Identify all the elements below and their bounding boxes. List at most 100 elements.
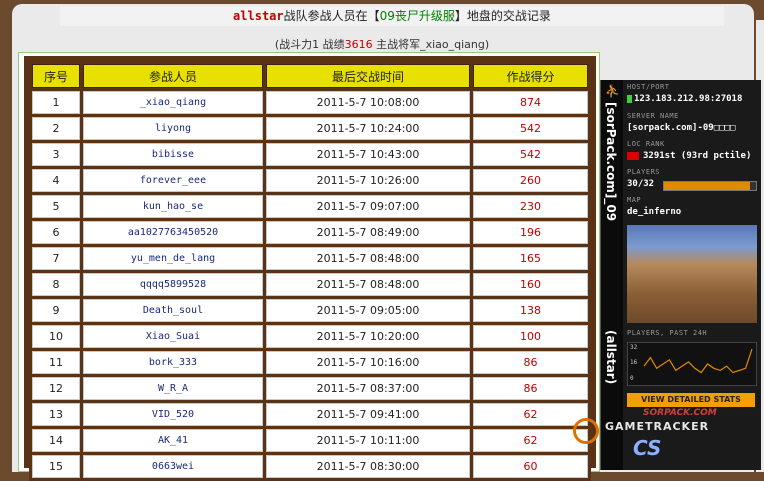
host-value: 123.183.212.98:27018 [627,94,742,104]
player-name[interactable]: kun_hao_se [83,195,263,218]
banner-team-vertical: (allstar) [604,330,618,385]
summary-prefix: (战斗力1 战绩 [274,38,345,51]
player-name[interactable]: bibisse [83,143,263,166]
battle-score: 86 [473,377,588,400]
table-header-row: 序号 参战人员 最后交战时间 作战得分 [32,64,588,88]
players-value: 30/32 [627,179,655,189]
view-stats-button[interactable]: VIEW DETAILED STATS [627,393,755,407]
server-name[interactable]: 09丧尸升级服 [380,9,455,23]
gametracker-text: GAMETRACKER [605,420,710,433]
rank-value: 3291st (93rd pctile) [627,151,751,161]
table-row: 3 bibisse 2011-5-7 10:43:00 542 [32,143,588,166]
host-value-text: 123.183.212.98:27018 [634,94,743,104]
runner-icon: ⛹ [605,84,620,98]
map-image [627,225,757,323]
gametracker-banner[interactable]: ⛹ [sorPack.com]_09 (allstar) HOST/PORT 1… [573,80,761,470]
team-score: 3616 [344,38,373,51]
player-name[interactable]: VID_520 [83,403,263,426]
last-battle-time: 2011-5-7 08:48:00 [266,247,470,270]
row-index: 1 [32,91,80,114]
table-row: 7 yu_men_de_lang 2011-5-7 08:48:00 165 [32,247,588,270]
player-name[interactable]: yu_men_de_lang [83,247,263,270]
team-name[interactable]: allstar [233,9,284,23]
player-name[interactable]: 0663wei [83,455,263,478]
table-row: 10 Xiao_Suai 2011-5-7 10:20:00 100 [32,325,588,348]
banner-server-vertical: [sorPack.com]_09 [604,102,618,222]
row-index: 2 [32,117,80,140]
players-label: PLAYERS [627,168,661,176]
chart-label: PLAYERS, PAST 24H [627,329,708,337]
player-name[interactable]: bork_333 [83,351,263,374]
battle-score: 230 [473,195,588,218]
player-name[interactable]: AK_41 [83,429,263,452]
last-battle-time: 2011-5-7 10:16:00 [266,351,470,374]
records-table: 序号 参战人员 最后交战时间 作战得分 1 _xiao_qiang 2011-5-7… [29,61,591,481]
table-row: 4 forever_eee 2011-5-7 10:26:00 260 [32,169,588,192]
table-row: 12 W_R_A 2011-5-7 08:37:00 86 [32,377,588,400]
last-battle-time: 2011-5-7 09:07:00 [266,195,470,218]
table-row: 1 _xiao_qiang 2011-5-7 10:08:00 874 [32,91,588,114]
last-battle-time: 2011-5-7 08:37:00 [266,377,470,400]
row-index: 15 [32,455,80,478]
table-row: 15 0663wei 2011-5-7 08:30:00 60 [32,455,588,478]
table-row: 5 kun_hao_se 2011-5-7 09:07:00 230 [32,195,588,218]
last-battle-time: 2011-5-7 10:08:00 [266,91,470,114]
title-text-a: 战队参战人员在【 [283,9,380,23]
players-bar-fill [664,182,751,190]
col-player: 参战人员 [83,64,263,88]
battle-score: 100 [473,325,588,348]
map-label: MAP [627,196,642,204]
row-index: 4 [32,169,80,192]
players-chart-line [643,348,753,374]
last-battle-time: 2011-5-7 10:26:00 [266,169,470,192]
battle-score: 62 [473,403,588,426]
last-battle-time: 2011-5-7 09:05:00 [266,299,470,322]
page-title: allstar战队参战人员在【09丧尸升级服】地盘的交战记录 [60,6,724,26]
row-index: 6 [32,221,80,244]
table-row: 14 AK_41 2011-5-7 10:11:00 62 [32,429,588,452]
team-summary: (战斗力1 战绩3616 主战将军_xiao_qiang) [0,36,764,52]
row-index: 3 [32,143,80,166]
player-name[interactable]: Xiao_Suai [83,325,263,348]
row-index: 5 [32,195,80,218]
player-name[interactable]: _xiao_qiang [83,91,263,114]
server-label: SERVER NAME [627,112,679,120]
last-battle-time: 2011-5-7 08:49:00 [266,221,470,244]
col-index: 序号 [32,64,80,88]
player-name[interactable]: qqqq5899528 [83,273,263,296]
row-index: 11 [32,351,80,374]
battle-score: 196 [473,221,588,244]
player-name[interactable]: forever_eee [83,169,263,192]
row-index: 8 [32,273,80,296]
row-index: 13 [32,403,80,426]
battle-score: 62 [473,429,588,452]
players-bar [663,181,757,191]
row-index: 14 [32,429,80,452]
player-name[interactable]: aa1027763450520 [83,221,263,244]
table-row: 9 Death_soul 2011-5-7 09:05:00 138 [32,299,588,322]
battle-score: 138 [473,299,588,322]
cs-logo-text: CS [633,436,662,460]
row-index: 10 [32,325,80,348]
last-battle-time: 2011-5-7 10:20:00 [266,325,470,348]
loc-rank-label: LOC RANK [627,140,665,148]
gametracker-circle-icon [573,418,599,444]
row-index: 12 [32,377,80,400]
battle-score: 260 [473,169,588,192]
battle-score: 60 [473,455,588,478]
table-row: 6 aa1027763450520 2011-5-7 08:49:00 196 [32,221,588,244]
col-score: 作战得分 [473,64,588,88]
table-row: 13 VID_520 2011-5-7 09:41:00 62 [32,403,588,426]
player-name[interactable]: W_R_A [83,377,263,400]
last-battle-time: 2011-5-7 10:11:00 [266,429,470,452]
table-row: 2 liyong 2011-5-7 10:24:00 542 [32,117,588,140]
last-battle-time: 2011-5-7 10:43:00 [266,143,470,166]
player-name[interactable]: Death_soul [83,299,263,322]
last-battle-time: 2011-5-7 09:41:00 [266,403,470,426]
table-row: 8 qqqq5899528 2011-5-7 08:48:00 160 [32,273,588,296]
players-chart: 32 16 0 [627,342,757,386]
player-name[interactable]: liyong [83,117,263,140]
gametracker-logo[interactable]: SORPACK.COM GAMETRACKER CS [573,408,761,468]
players-chart-svg [643,348,753,374]
last-battle-time: 2011-5-7 10:24:00 [266,117,470,140]
